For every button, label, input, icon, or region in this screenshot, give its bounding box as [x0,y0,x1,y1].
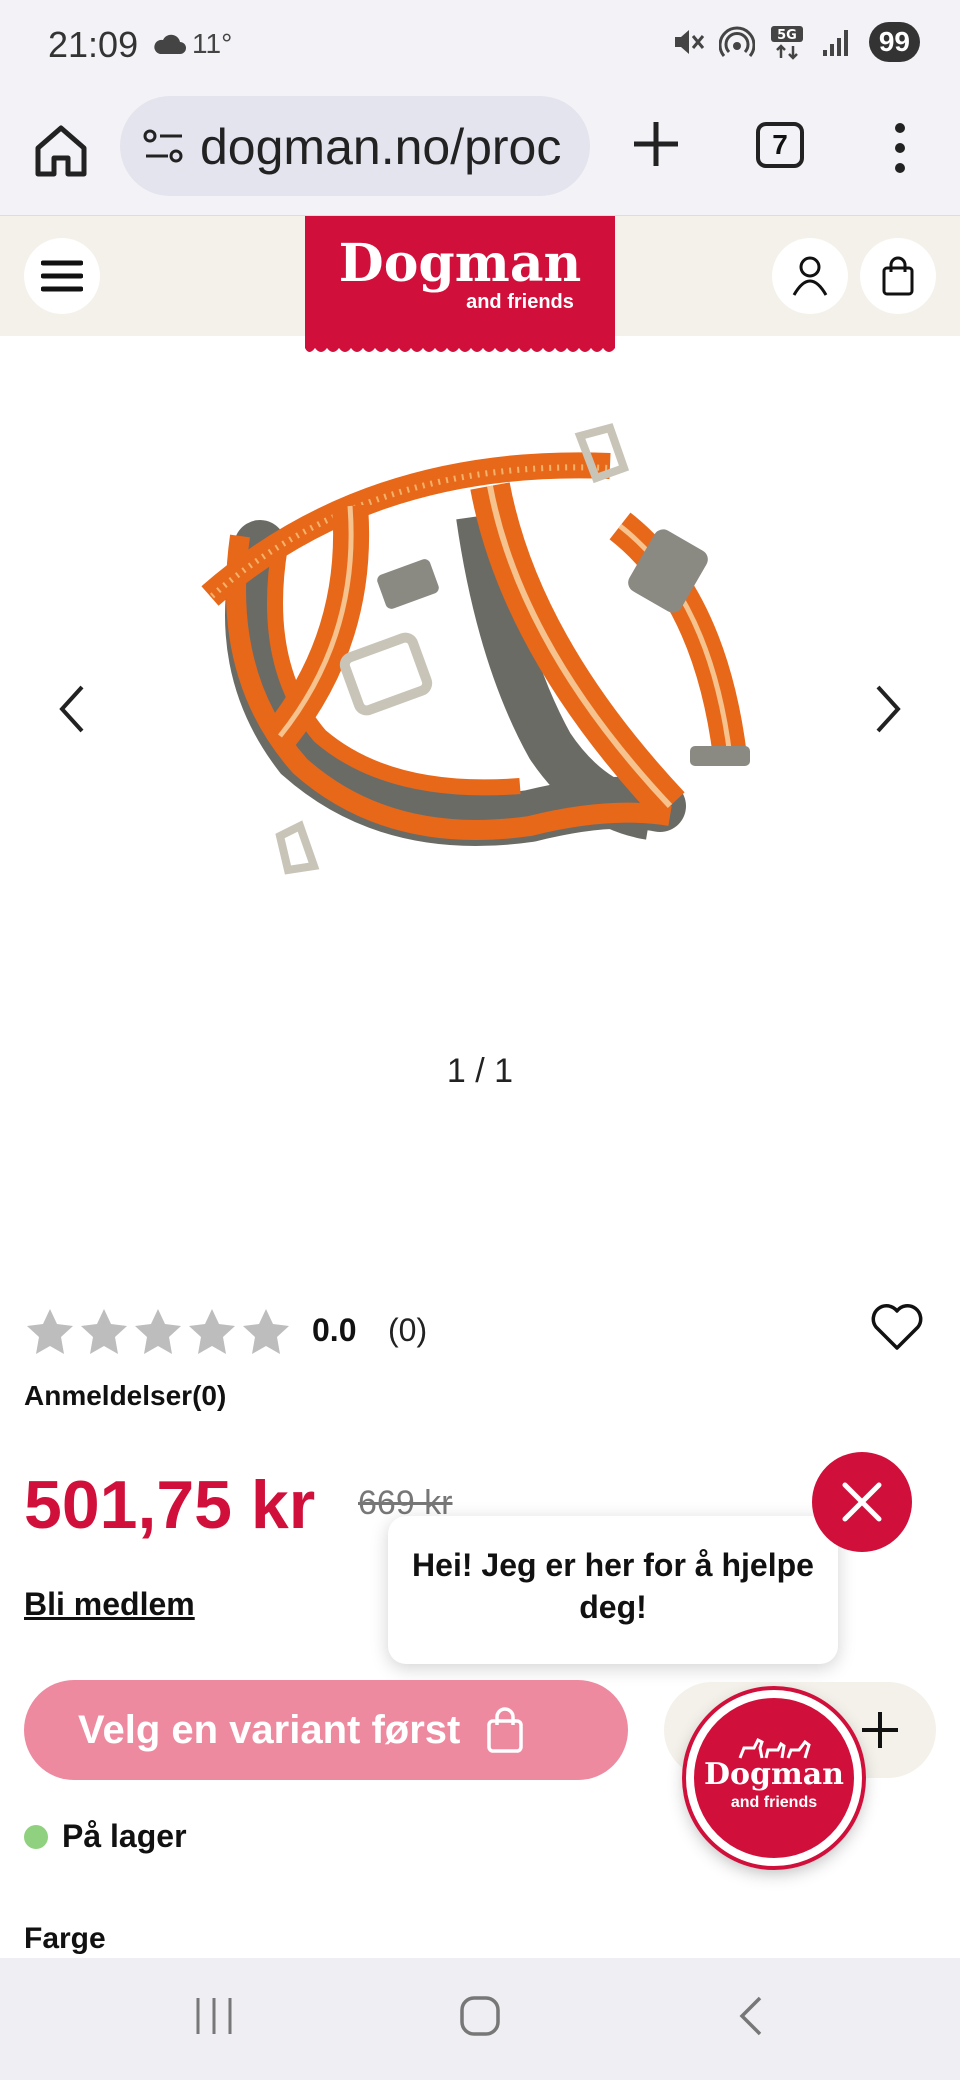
status-temperature: 11° [192,28,233,59]
rating-stars[interactable] [24,1306,292,1358]
dogs-icon [738,1737,811,1759]
shopping-bag-icon [882,256,914,296]
more-menu-icon[interactable] [880,118,920,178]
menu-button[interactable] [24,238,100,314]
chat-launcher-main: Dogman [704,1757,844,1792]
heart-icon[interactable] [870,1302,924,1352]
browser-toolbar: dogman.no/proc 7 [0,92,960,216]
chevron-right-icon[interactable] [868,681,908,737]
system-nav-bar [0,1958,960,2080]
site-settings-icon[interactable] [142,126,186,166]
color-label: Farge [24,1922,106,1955]
product-gallery: 1 / 1 [0,336,960,1236]
address-bar[interactable]: dogman.no/proc [120,96,590,196]
select-variant-button[interactable]: Velg en variant først [24,1680,628,1780]
battery-indicator: 99 [868,22,920,62]
chat-launcher-button[interactable]: Dogman and friends [686,1690,862,1866]
rating-count: (0) [388,1312,428,1348]
status-bar: 21:09 11° 5G 99 [0,0,960,92]
tab-switcher-button[interactable]: 7 [756,122,804,168]
status-weather: 11° [152,28,232,60]
plus-icon[interactable] [858,1708,902,1752]
network-5g-icon: 5G [770,26,803,60]
hotspot-icon [718,26,755,57]
home-nav-icon[interactable] [458,1994,502,2038]
chat-close-button[interactable] [812,1452,912,1552]
star-icon [27,1309,73,1354]
select-variant-label: Velg en variant først [78,1707,461,1752]
logo-sub-text: and friends [466,291,574,313]
product-image-harness[interactable] [190,396,770,936]
account-button[interactable] [772,238,848,314]
home-icon[interactable] [30,120,92,182]
site-logo[interactable]: Dogman and friends [305,216,615,352]
logo-main-text: Dogman [338,233,582,294]
product-price: 501,75 kr [24,1467,316,1543]
site-header: Dogman and friends [0,216,960,352]
hamburger-icon [41,260,83,292]
stock-dot-icon [24,1824,48,1849]
new-tab-icon[interactable] [628,116,684,172]
signal-icon [822,30,848,56]
star-icon [243,1309,289,1354]
status-time: 21:09 [48,24,139,65]
star-icon [81,1309,127,1354]
status-icons: 5G 99 [669,22,920,62]
star-icon [189,1309,235,1354]
stock-status-text: På lager [62,1818,187,1854]
rating-value: 0.0 [312,1312,357,1348]
svg-text:5G: 5G [777,28,797,43]
mute-icon [674,30,704,54]
cloud-icon [154,34,186,54]
recent-apps-icon[interactable] [192,1994,236,2038]
stock-status: På lager [24,1818,187,1855]
chat-greeting-bubble[interactable]: Hei! Jeg er her for å hjelpe deg! [388,1516,838,1664]
star-icon [135,1309,181,1354]
url-text: dogman.no/proc [200,119,562,175]
membership-link[interactable]: Bli medlem [24,1586,195,1623]
close-icon [842,1482,882,1522]
gallery-pager: 1 / 1 [446,1052,514,1090]
chat-launcher-sub: and friends [730,1794,818,1811]
back-icon[interactable] [730,1994,774,2038]
chevron-left-icon[interactable] [52,681,92,737]
cart-button[interactable] [860,238,936,314]
user-icon [792,256,828,296]
reviews-link[interactable]: Anmeldelser(0) [24,1380,226,1412]
shopping-bag-icon [487,1707,524,1753]
